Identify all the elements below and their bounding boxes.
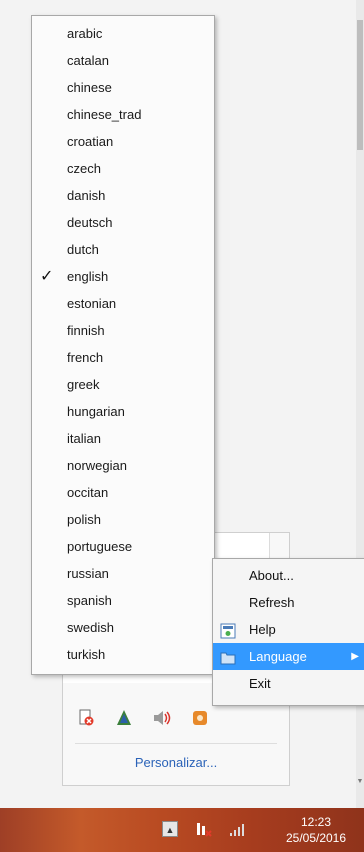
language-item-czech[interactable]: czech bbox=[32, 155, 214, 182]
language-item-hungarian[interactable]: hungarian bbox=[32, 398, 214, 425]
menu-item-label: Refresh bbox=[249, 595, 295, 610]
clock-date: 25/05/2016 bbox=[285, 831, 347, 845]
language-item-label: chinese bbox=[67, 80, 112, 95]
language-item-turkish[interactable]: turkish bbox=[32, 641, 214, 668]
language-item-label: finnish bbox=[67, 323, 105, 338]
language-item-label: turkish bbox=[67, 647, 106, 662]
language-item-english[interactable]: ✓ english bbox=[32, 263, 214, 290]
tray-icon-row bbox=[77, 705, 209, 731]
language-item-label: occitan bbox=[67, 485, 109, 500]
language-item-greek[interactable]: greek bbox=[32, 371, 214, 398]
language-item-label: estonian bbox=[67, 296, 117, 311]
language-item-label: deutsch bbox=[67, 215, 113, 230]
menu-item-about[interactable]: About... bbox=[213, 562, 364, 589]
language-item-label: greek bbox=[67, 377, 100, 392]
menu-item-label: Exit bbox=[249, 676, 271, 691]
scrollbar-thumb[interactable] bbox=[357, 20, 363, 150]
language-item-label: arabic bbox=[67, 26, 103, 41]
folder-icon bbox=[220, 648, 236, 665]
language-item-label: norwegian bbox=[67, 458, 127, 473]
show-hidden-icons-button[interactable]: ▲ bbox=[162, 821, 178, 837]
menu-item-language[interactable]: Language ▶ bbox=[213, 643, 364, 670]
language-item-dutch[interactable]: dutch bbox=[32, 236, 214, 263]
language-item-label: italian bbox=[67, 431, 101, 446]
checkmark-icon: ✓ bbox=[40, 268, 54, 285]
language-item-label: danish bbox=[67, 188, 106, 203]
language-item-arabic[interactable]: arabic bbox=[32, 20, 214, 47]
language-item-danish[interactable]: danish bbox=[32, 182, 214, 209]
language-item-label: swedish bbox=[67, 620, 114, 635]
clock-time: 12:23 bbox=[300, 815, 332, 829]
language-item-russian[interactable]: russian bbox=[32, 560, 214, 587]
language-item-label: spanish bbox=[67, 593, 112, 608]
network-error-icon[interactable] bbox=[77, 709, 95, 727]
language-item-label: croatian bbox=[67, 134, 114, 149]
help-icon bbox=[220, 621, 236, 639]
menu-item-label: Language bbox=[249, 649, 307, 664]
tray-divider bbox=[75, 743, 277, 744]
language-item-french[interactable]: french bbox=[32, 344, 214, 371]
language-item-polish[interactable]: polish bbox=[32, 506, 214, 533]
menu-item-help[interactable]: Help bbox=[213, 616, 364, 643]
language-item-finnish[interactable]: finnish bbox=[32, 317, 214, 344]
language-item-occitan[interactable]: occitan bbox=[32, 479, 214, 506]
language-item-deutsch[interactable]: deutsch bbox=[32, 209, 214, 236]
language-item-spanish[interactable]: spanish bbox=[32, 587, 214, 614]
language-item-italian[interactable]: italian bbox=[32, 425, 214, 452]
submenu-arrow-icon: ▶ bbox=[351, 651, 359, 662]
language-item-catalan[interactable]: catalan bbox=[32, 47, 214, 74]
language-item-croatian[interactable]: croatian bbox=[32, 128, 214, 155]
language-item-label: dutch bbox=[67, 242, 99, 257]
app-tray-icon[interactable] bbox=[115, 709, 133, 727]
volume-icon[interactable] bbox=[153, 709, 171, 727]
language-item-norwegian[interactable]: norwegian bbox=[32, 452, 214, 479]
language-item-label: catalan bbox=[67, 53, 109, 68]
network-status-icon[interactable] bbox=[195, 820, 213, 840]
language-item-label: hungarian bbox=[67, 404, 125, 419]
language-menu: arabic catalan chinese chinese_trad croa… bbox=[31, 15, 215, 675]
menu-item-exit[interactable]: Exit bbox=[213, 670, 364, 697]
language-item-label: french bbox=[67, 350, 104, 365]
clock[interactable]: 12:23 25/05/2016 bbox=[274, 814, 358, 846]
scroll-down-icon[interactable]: ▼ bbox=[356, 778, 364, 788]
menu-item-refresh[interactable]: Refresh bbox=[213, 589, 364, 616]
customize-link[interactable]: Personalizar... bbox=[63, 755, 289, 770]
language-item-chinese-trad[interactable]: chinese_trad bbox=[32, 101, 214, 128]
language-item-swedish[interactable]: swedish bbox=[32, 614, 214, 641]
language-item-label: english bbox=[67, 269, 109, 284]
menu-item-label: About... bbox=[249, 568, 294, 583]
menu-item-label: Help bbox=[249, 622, 276, 637]
language-item-estonian[interactable]: estonian bbox=[32, 290, 214, 317]
signal-icon[interactable] bbox=[228, 820, 246, 840]
language-item-chinese[interactable]: chinese bbox=[32, 74, 214, 101]
language-item-label: polish bbox=[67, 512, 101, 527]
language-item-label: russian bbox=[67, 566, 109, 581]
app-orange-icon[interactable] bbox=[191, 709, 209, 727]
language-item-label: czech bbox=[67, 161, 101, 176]
language-item-portuguese[interactable]: portuguese bbox=[32, 533, 214, 560]
taskbar: ▲ 12:23 25/05/2016 bbox=[0, 808, 364, 852]
language-item-label: chinese_trad bbox=[67, 107, 142, 122]
language-item-label: portuguese bbox=[67, 539, 133, 554]
tray-context-menu: About... Refresh Help Language ▶ Exit bbox=[212, 558, 364, 706]
